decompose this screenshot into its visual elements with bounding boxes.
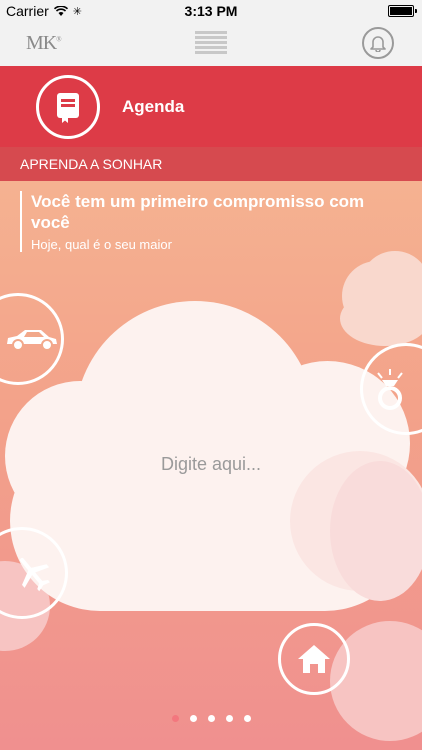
page-indicator xyxy=(0,715,422,722)
airplane-icon xyxy=(19,557,50,592)
page-header: Agenda xyxy=(0,66,422,147)
ring-icon xyxy=(377,369,403,410)
menu-icon[interactable] xyxy=(195,31,227,55)
intro-block: Você tem um primeiro compromisso com voc… xyxy=(20,191,398,252)
car-icon xyxy=(7,330,57,351)
page-dot[interactable] xyxy=(207,715,215,722)
battery-icon xyxy=(388,5,417,17)
dream-board: Você tem um primeiro compromisso com voc… xyxy=(0,181,422,750)
intro-heading: Você tem um primeiro compromisso com voc… xyxy=(31,192,365,232)
page-dot[interactable] xyxy=(225,715,233,722)
intro-subtext: Hoje, qual é o seu maior xyxy=(31,237,172,252)
logo-text: MK xyxy=(26,32,57,54)
cloud-shape xyxy=(340,291,422,346)
page-title: Agenda xyxy=(122,97,185,116)
status-bar: Carrier ✳ 3:13 PM xyxy=(0,0,422,22)
brand-logo: MK® xyxy=(26,32,62,55)
home-icon xyxy=(298,645,330,673)
agenda-icon-circle xyxy=(36,75,100,139)
cloud-shape xyxy=(330,461,422,601)
page-dot[interactable] xyxy=(243,715,251,722)
book-icon xyxy=(57,93,79,123)
nav-bar: MK® xyxy=(0,22,422,67)
status-time: 3:13 PM xyxy=(184,3,238,19)
logo-mark: ® xyxy=(56,35,62,44)
dream-input[interactable]: Digite aqui... xyxy=(0,454,422,475)
home-dream-button[interactable] xyxy=(278,623,350,695)
bell-icon xyxy=(370,36,386,52)
section-title: APRENDA A SONHAR xyxy=(0,147,422,181)
car-dream-button[interactable] xyxy=(0,293,64,385)
page-dot[interactable] xyxy=(171,715,179,722)
page-dot[interactable] xyxy=(189,715,197,722)
notifications-button[interactable] xyxy=(362,27,394,59)
